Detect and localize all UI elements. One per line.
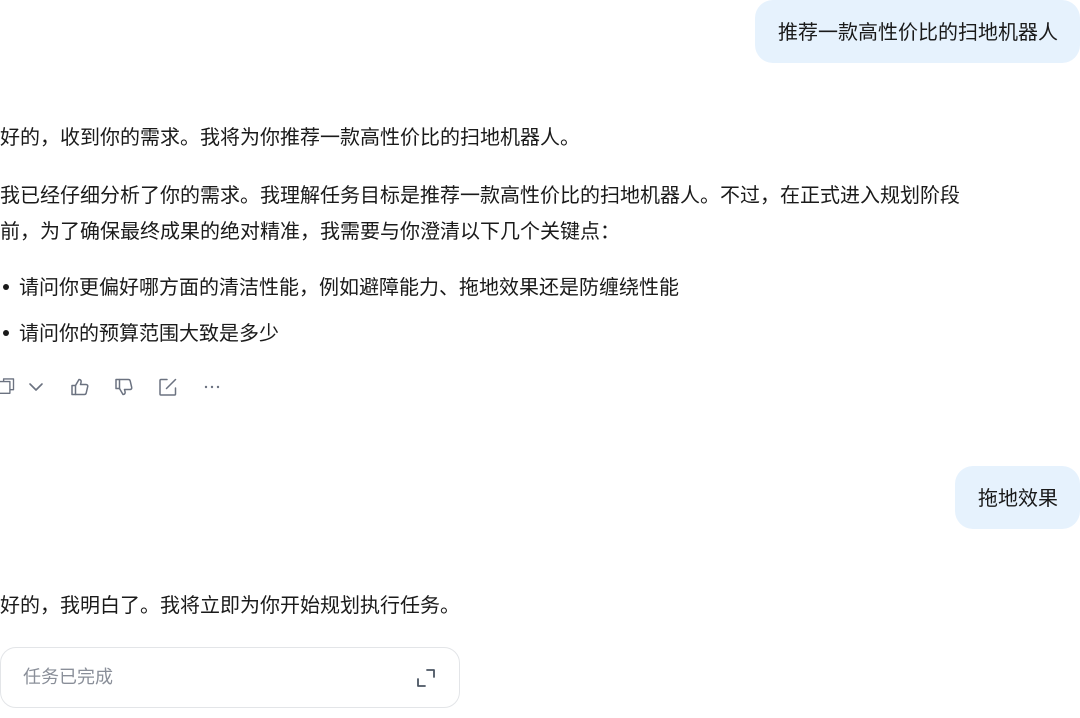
copy-icon[interactable]: [0, 375, 18, 399]
chat-page: 推荐一款高性价比的扫地机器人 好的，收到你的需求。我将为你推荐一款高性价比的扫地…: [0, 0, 1080, 718]
bullet-dot: [3, 283, 9, 290]
message-action-bar: [0, 374, 224, 400]
user-message-bubble: 推荐一款高性价比的扫地机器人: [755, 0, 1080, 63]
more-icon[interactable]: [200, 375, 224, 399]
question-list-item: 请问你更偏好哪方面的清洁性能，例如避障能力、拖地效果还是防缠绕性能: [0, 269, 679, 305]
user-message-text: 推荐一款高性价比的扫地机器人: [778, 20, 1058, 44]
thumbs-down-icon[interactable]: [112, 375, 136, 399]
task-status-card[interactable]: 任务已完成: [0, 647, 460, 708]
expand-icon[interactable]: [415, 667, 437, 689]
chevron-down-icon[interactable]: [24, 375, 48, 399]
assistant-ack-text: 好的，收到你的需求。我将为你推荐一款高性价比的扫地机器人。: [0, 125, 580, 149]
assistant-analysis-line-1: 我已经仔细分析了你的需求。我理解任务目标是推荐一款高性价比的扫地机器人。不过，在…: [0, 183, 960, 207]
edit-icon[interactable]: [156, 375, 180, 399]
user-message-bubble: 拖地效果: [955, 466, 1080, 529]
task-status-label: 任务已完成: [23, 667, 113, 688]
assistant-confirmation-text: 好的，我明白了。我将立即为你开始规划执行任务。: [0, 593, 460, 617]
thumbs-up-icon[interactable]: [68, 375, 92, 399]
bullet-dot: [3, 329, 9, 336]
assistant-analysis-line-2: 前，为了确保最终成果的绝对精准，我需要与你澄清以下几个关键点：: [0, 219, 620, 243]
question-list-item: 请问你的预算范围大致是多少: [0, 315, 279, 351]
user-message-text: 拖地效果: [978, 486, 1058, 510]
question-text: 请问你的预算范围大致是多少: [19, 321, 279, 345]
question-text: 请问你更偏好哪方面的清洁性能，例如避障能力、拖地效果还是防缠绕性能: [19, 275, 679, 299]
